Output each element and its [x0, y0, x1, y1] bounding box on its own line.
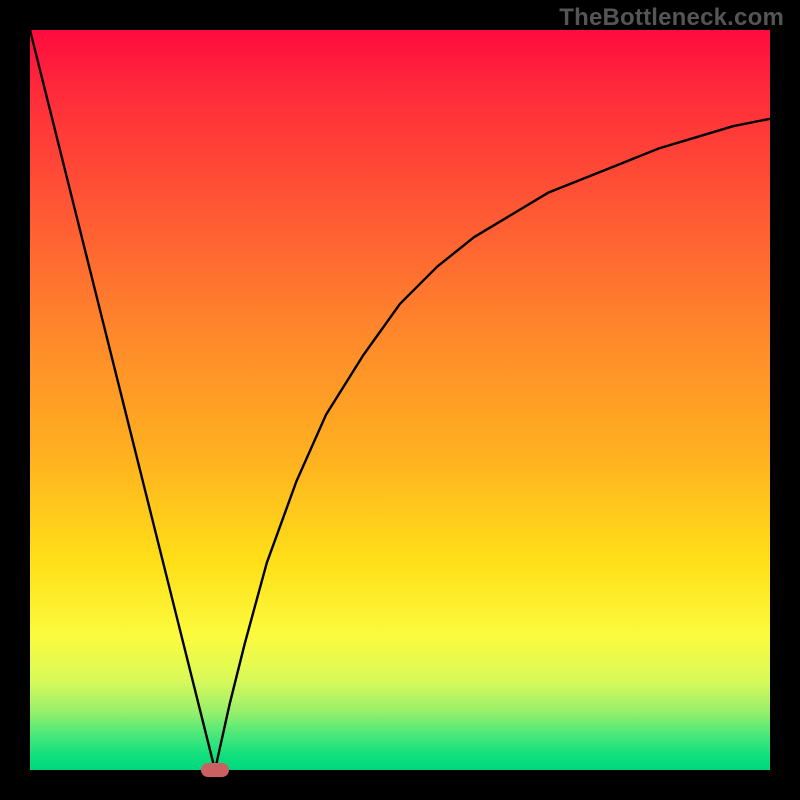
chart-frame: TheBottleneck.com [0, 0, 800, 800]
min-marker [201, 763, 229, 777]
curve-svg [30, 30, 770, 770]
watermark-text: TheBottleneck.com [559, 4, 784, 32]
curve-path [30, 30, 770, 770]
plot-area [30, 30, 770, 770]
